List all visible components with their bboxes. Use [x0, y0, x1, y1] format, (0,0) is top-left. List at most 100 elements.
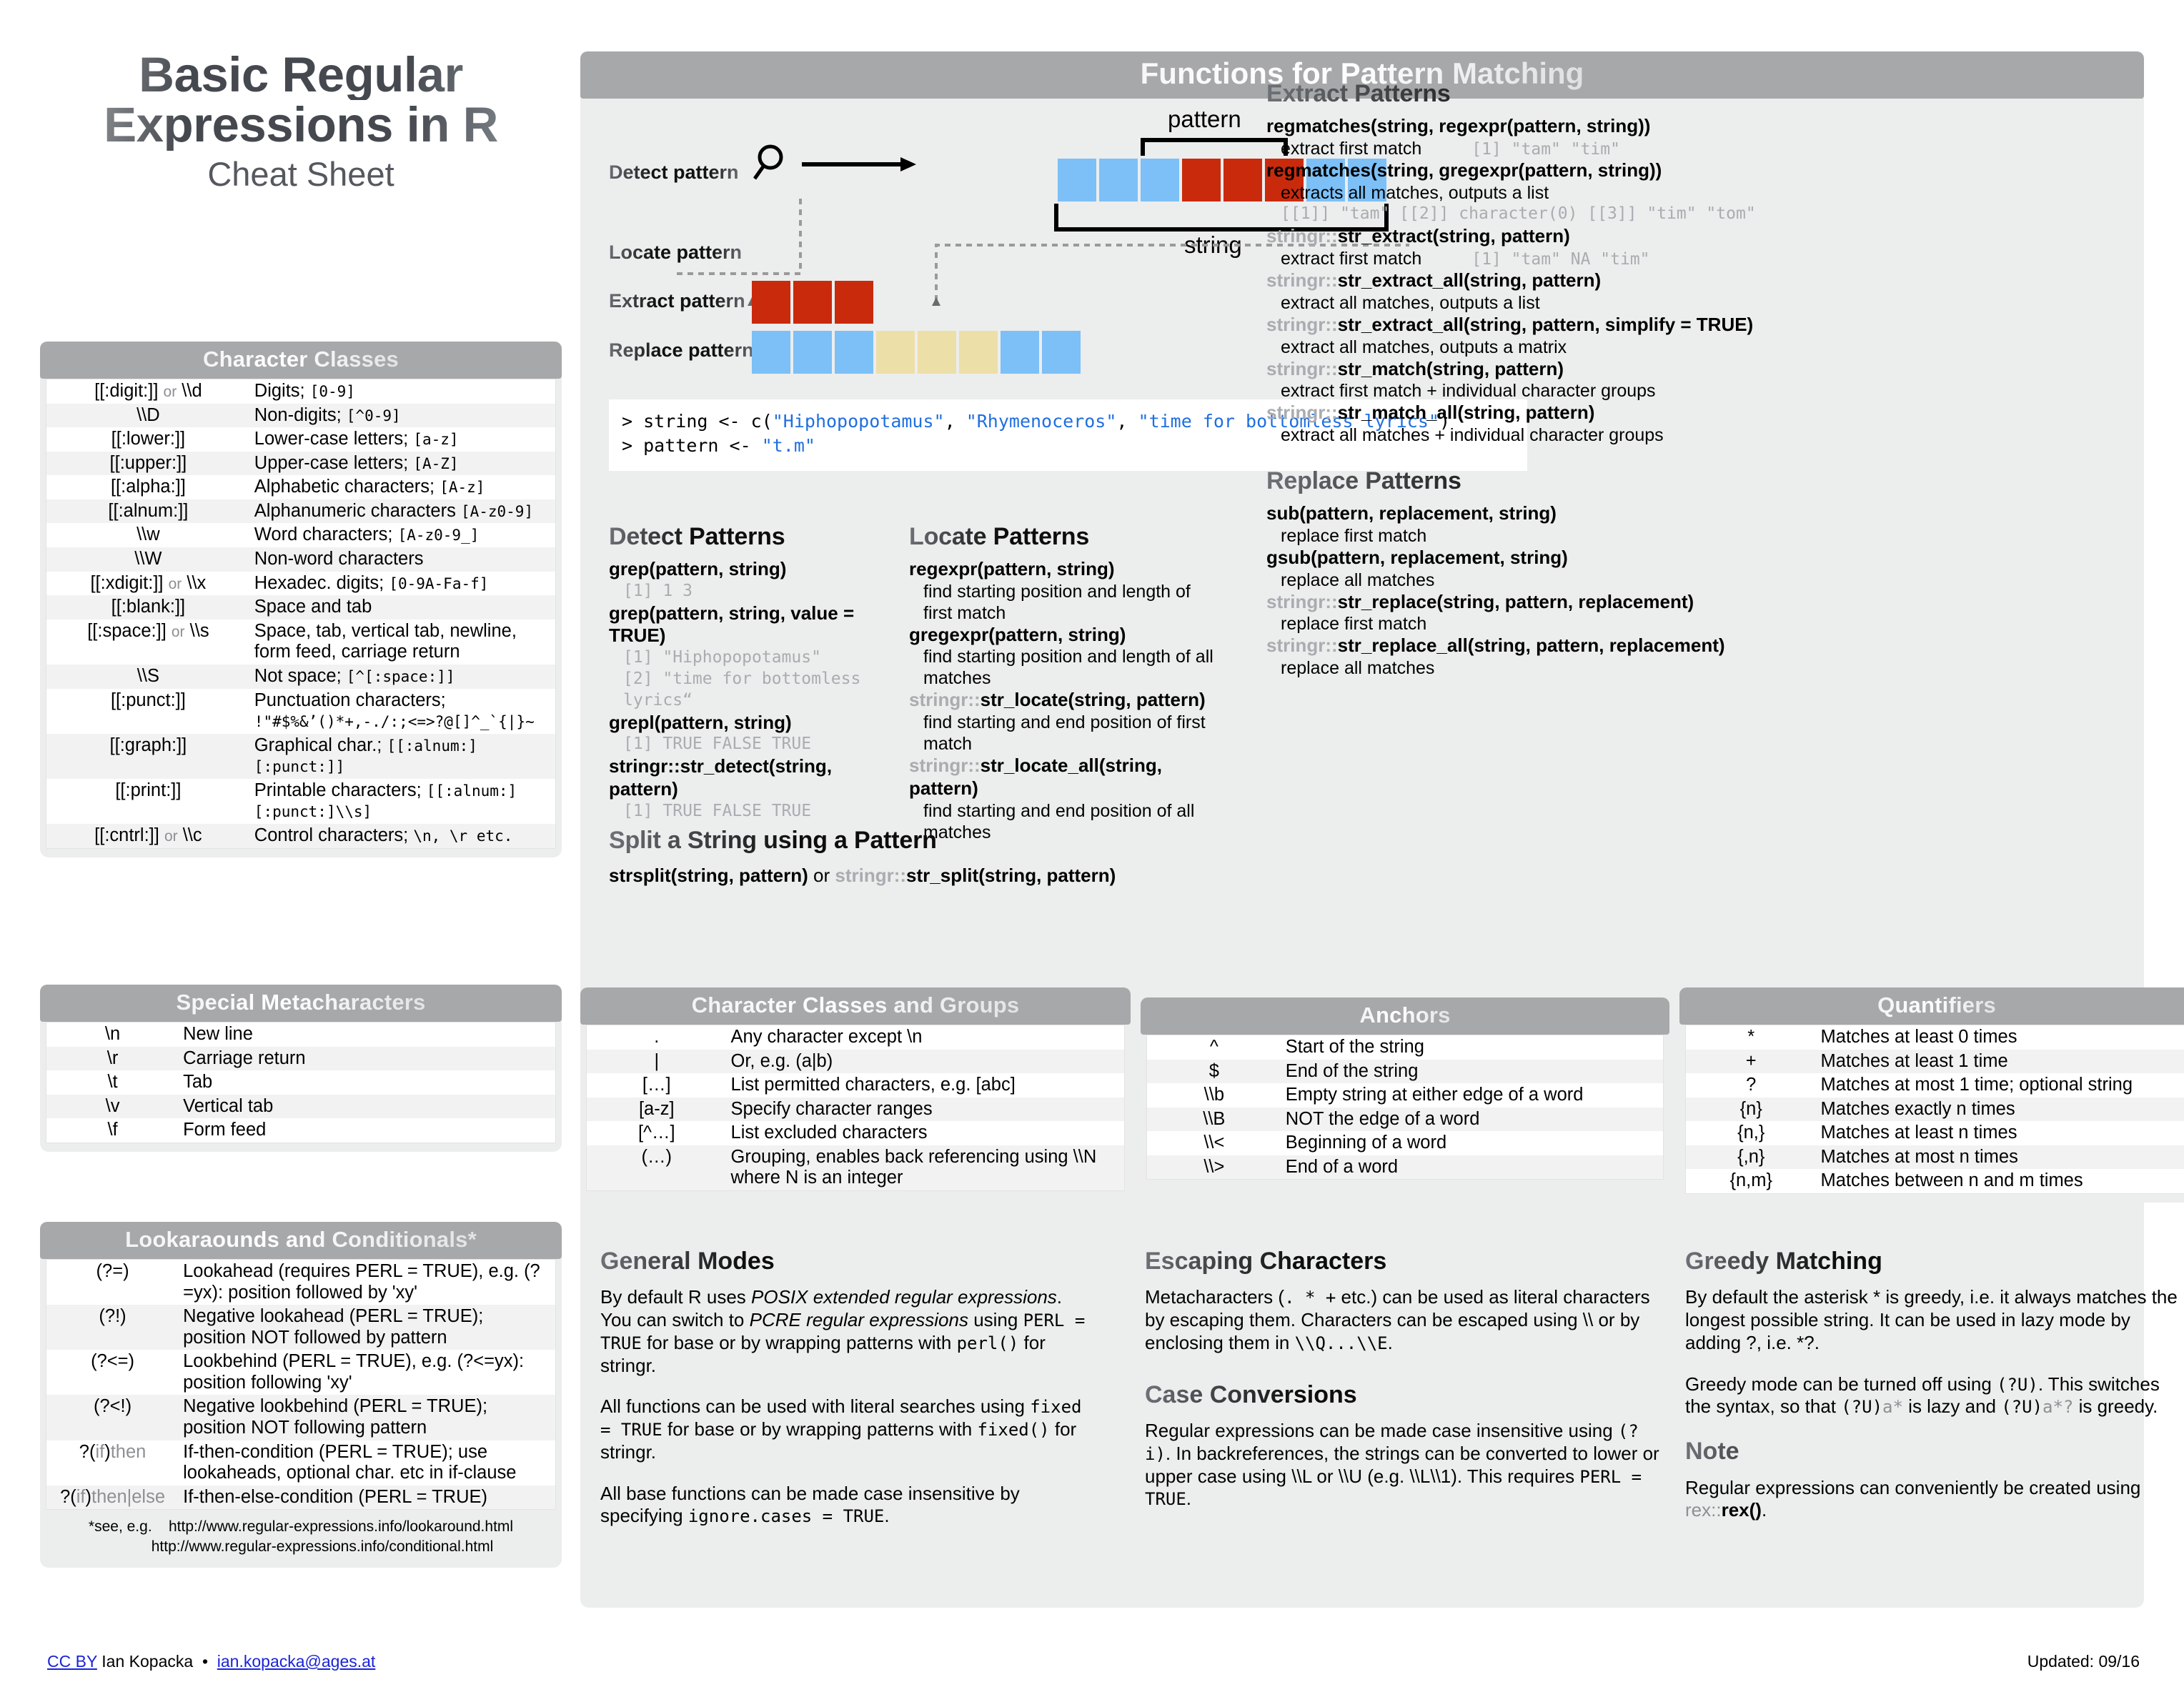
anchors-panel: Anchors ^ Start of the string $ End of the …: [1141, 997, 1669, 1189]
function-desc: find starting position and length of fir…: [923, 581, 1191, 623]
function-signature: regexpr(pattern, string): [909, 558, 1115, 579]
anchor-key: ^: [1209, 1037, 1218, 1057]
group-desc: Grouping, enables back referencing using…: [726, 1145, 1124, 1191]
function-entry: stringr::str_match(string, pattern) extra…: [1266, 358, 2117, 402]
table-row: […] List permitted characters, e.g. [abc]: [587, 1073, 1124, 1098]
table-row: ?(if)then|else If-then-else-condition (PE…: [46, 1485, 555, 1510]
lookaround-desc: If-then-else-condition (PERL = TRUE): [179, 1485, 555, 1510]
quantifiers-panel: Quantifiers * Matches at least 0 times + Ma…: [1679, 987, 2184, 1203]
class-desc: Alphabetic characters; [A-z]: [254, 477, 485, 497]
diagram-extract-cells: [752, 281, 873, 324]
quantifier-key: {n,m}: [1729, 1170, 1773, 1191]
function-entry: stringr::str_replace(string, pattern, re…: [1266, 591, 2117, 635]
lookaround-desc: Lookahead (requires PERL = TRUE), e.g. (…: [183, 1261, 540, 1303]
cell-red: [793, 281, 832, 324]
quantifiers-heading: Quantifiers: [1679, 987, 2184, 1025]
lookarounds-heading: Lookaraounds and Conditionals*: [40, 1222, 562, 1259]
quantifier-key: ?: [1746, 1075, 1757, 1095]
function-signature: gsub(pattern, replacement, string): [1266, 546, 1568, 568]
meta-key: \r: [46, 1046, 179, 1071]
locate-patterns-section: Locate Patterns regexpr(pattern, string)…: [909, 523, 1223, 843]
class-key: [[:lower:]]: [111, 429, 186, 449]
cheat-sheet-page: Basic Regular Expressions in R Cheat She…: [0, 0, 2184, 1687]
quantifier-key: *: [1747, 1027, 1755, 1047]
function-output: [2] "time for bottomless lyrics“: [623, 669, 861, 710]
quantifier-desc: Matches exactly n times: [1816, 1097, 2184, 1122]
quantifier-desc: Matches between n and m times: [1820, 1170, 2083, 1191]
cell-blue: [793, 331, 832, 374]
page-subtitle: Cheat Sheet: [207, 154, 394, 193]
table-row: [[:punct:]] Punctuation characters; !"#$%…: [46, 689, 555, 734]
lookaround-desc: Lookbehind (PERL = TRUE), e.g. (?<=yx): …: [183, 1351, 525, 1393]
footnote-link-1[interactable]: http://www.regular-expressions.info/look…: [169, 1518, 513, 1535]
classes-groups-table: . Any character except \n | Or, e.g. (a|b)[…: [587, 1025, 1124, 1191]
class-key: [[:graph:]]: [46, 733, 250, 779]
lookaround-key: (?<!): [46, 1395, 179, 1440]
table-row: . Any character except \n: [587, 1025, 1124, 1050]
function-desc: extract first match [1] "tam" NA "tim": [1281, 248, 1650, 269]
table-row: (?=) Lookahead (requires PERL = TRUE), e.…: [46, 1260, 555, 1305]
cell-blue: [1042, 331, 1081, 374]
table-row: (?!) Negative lookahead (PERL = TRUE); po…: [46, 1305, 555, 1350]
class-key: [[:space:]] or \\s: [87, 620, 209, 641]
character-classes-heading: Character Classes: [40, 342, 562, 379]
class-desc: Printable characters; [[:alnum:][:punct:…: [254, 780, 517, 821]
magnifier-icon: [753, 144, 916, 180]
lookaround-desc: Negative lookahead (PERL = TRUE); positi…: [179, 1305, 555, 1350]
cell-red: [835, 281, 873, 324]
extract-replace-column: Extract Patterns regmatches(string, rege…: [1266, 80, 2117, 679]
quantifier-desc: Matches at most 1 time; optional string: [1820, 1075, 2133, 1095]
license-link[interactable]: CC BY: [47, 1652, 97, 1671]
function-desc: replace first match: [1281, 614, 1427, 635]
quantifier-key: +: [1686, 1049, 1817, 1074]
function-signature: sub(pattern, replacement, string): [1266, 502, 1557, 524]
anchor-key: \\B: [1147, 1107, 1281, 1132]
cell-blue: [1099, 159, 1138, 201]
replace-patterns-heading: Replace Patterns: [1266, 467, 2117, 495]
function-signature: grep(pattern, string, value = TRUE): [609, 602, 855, 647]
anchor-desc: Start of the string: [1285, 1037, 1424, 1057]
anchor-key: \\<: [1203, 1133, 1225, 1153]
anchors-table: ^ Start of the string $ End of the string \\…: [1147, 1035, 1663, 1180]
class-key: \\w: [136, 524, 160, 545]
footnote-link-2[interactable]: http://www.regular-expressions.info/cond…: [109, 1538, 494, 1555]
cell-blue: [752, 331, 790, 374]
cell-tan: [918, 331, 956, 374]
page-title-line1: Basic Regular: [40, 49, 562, 100]
function-signature: stringr::str_locate(string, pattern): [909, 689, 1206, 711]
classes-groups-panel: Character Classes and Groups . Any charac…: [580, 987, 1131, 1200]
table-row: {n} Matches exactly n times: [1686, 1097, 2184, 1122]
class-desc: Punctuation characters; !"#$%&’()*+,-./:…: [254, 690, 535, 731]
email-link[interactable]: ian.kopacka@ages.at: [217, 1652, 376, 1671]
class-desc: Non-digits; [^0-9]: [249, 403, 555, 428]
function-signature: stringr::str_replace(string, pattern, re…: [1266, 590, 1694, 612]
function-output: [[1]] "tam" [[2]] character(0) [[3]] "ti…: [1281, 204, 1756, 224]
function-entry: stringr::str_locate(string, pattern) find…: [909, 689, 1223, 755]
lookaround-key: (?=): [96, 1261, 129, 1281]
function-desc: find starting position and length of all…: [923, 647, 1213, 689]
anchor-desc: Empty string at either edge of a word: [1285, 1085, 1584, 1105]
general-modes-paragraph-3: All base functions can be made case inse…: [600, 1482, 1020, 1527]
meta-key: \v: [46, 1094, 179, 1119]
function-signature: stringr::str_extract_all(string, pattern…: [1266, 269, 1602, 292]
function-entry: regmatches(string, regexpr(pattern, stri…: [1266, 115, 2117, 159]
anchor-desc: NOT the edge of a word: [1281, 1107, 1663, 1132]
class-desc: Control characters; \n, \r etc.: [249, 823, 555, 848]
table-row: + Matches at least 1 time: [1686, 1049, 2184, 1074]
group-key: |: [587, 1049, 727, 1074]
special-metacharacters-table: \n New line \r Carriage return \t Tab \v Vertic…: [46, 1022, 555, 1143]
meta-desc: Carriage return: [179, 1046, 555, 1071]
group-key: .: [654, 1027, 660, 1047]
function-desc: extracts all matches, outputs a list: [1281, 183, 1549, 204]
cell-tan: [876, 331, 915, 374]
function-entry: stringr::str_extract_all(string, pattern…: [1266, 314, 2117, 358]
escaping-characters-section: Escaping Characters Metacharacters (. * …: [1145, 1247, 1659, 1529]
function-signature: gregexpr(pattern, string): [909, 623, 1126, 645]
class-key: [[:punct:]]: [110, 690, 186, 710]
class-key: [[:alpha:]]: [110, 477, 186, 497]
function-signature: regmatches(string, regexpr(pattern, stri…: [1266, 115, 1651, 136]
class-desc: Upper-case letters; [A-Z]: [249, 451, 555, 476]
table-row: \f Form feed: [46, 1118, 555, 1143]
lookarounds-footnote: *see, e.g. http://www.regular-expression…: [88, 1518, 514, 1555]
class-key: \\W: [46, 547, 250, 572]
